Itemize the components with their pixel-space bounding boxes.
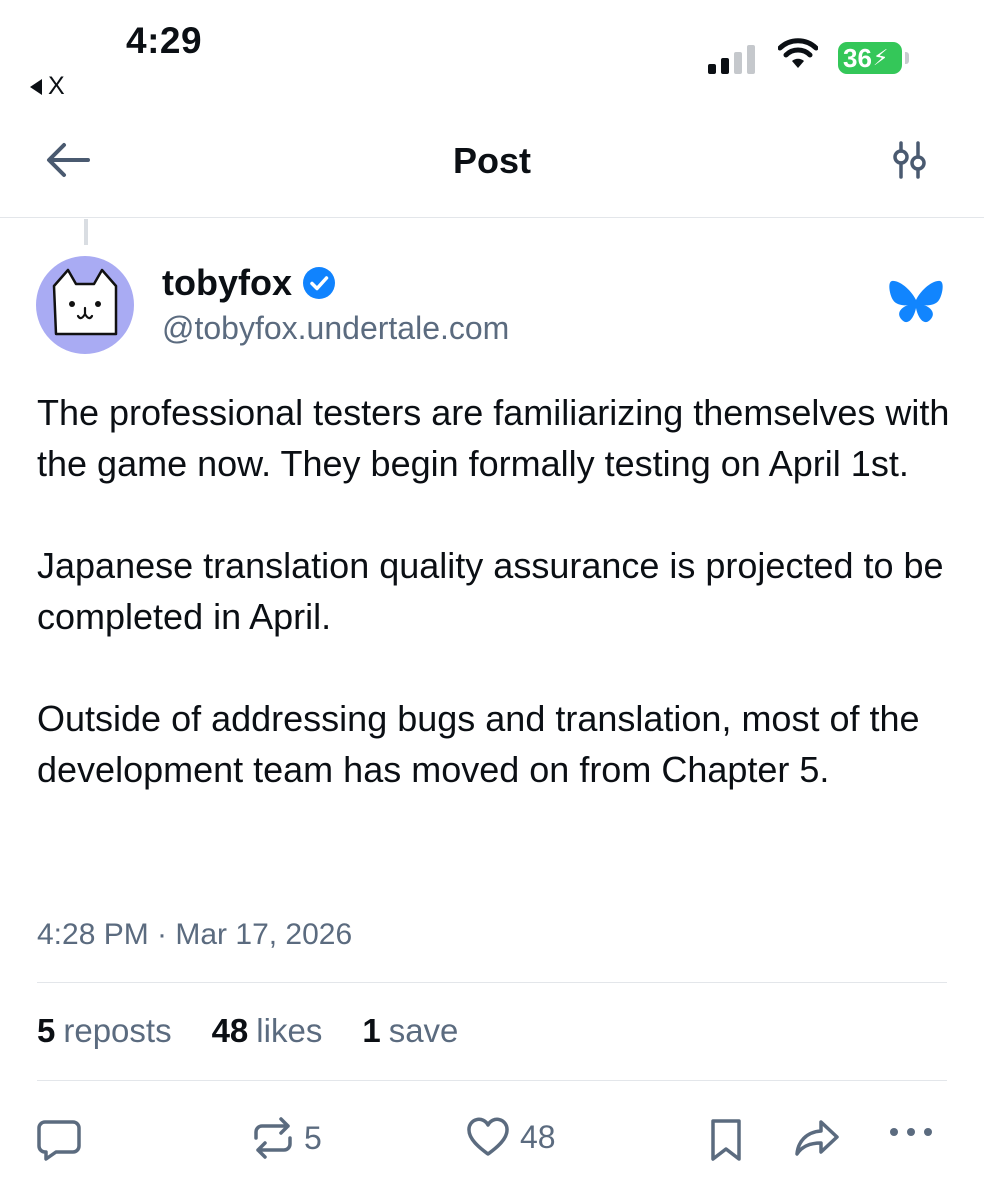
- bookmark-button[interactable]: [708, 1118, 744, 1162]
- like-button[interactable]: 48: [466, 1116, 556, 1158]
- likes-stat[interactable]: 48 likes: [212, 1012, 323, 1050]
- action-bar: 5 48: [0, 1112, 984, 1164]
- back-app-label: X: [48, 72, 65, 100]
- likes-label: likes: [256, 1012, 323, 1049]
- share-icon: [795, 1120, 839, 1156]
- more-options-button[interactable]: [888, 1126, 934, 1138]
- like-count: 48: [520, 1118, 556, 1155]
- post-timestamp: 4:28 PM · Mar 17, 2026: [37, 918, 353, 951]
- reposts-count: 5: [37, 1012, 56, 1049]
- charging-bolt-icon: ⚡: [872, 45, 889, 70]
- divider: [37, 1080, 947, 1081]
- repost-icon: [254, 1117, 292, 1159]
- verified-badge-icon: [303, 267, 335, 299]
- post-paragraph: Japanese translation quality assurance i…: [37, 545, 944, 637]
- engagement-stats: 5 reposts 48 likes 1 save: [37, 1012, 458, 1050]
- post-paragraph: Outside of addressing bugs and translati…: [37, 698, 920, 790]
- battery-level: 36: [843, 42, 872, 73]
- avatar[interactable]: [36, 256, 134, 354]
- saves-label: save: [388, 1012, 459, 1049]
- post-header: Post: [0, 120, 984, 218]
- repost-count: 5: [304, 1119, 322, 1156]
- bookmark-icon: [711, 1119, 741, 1161]
- back-triangle-icon: [30, 78, 42, 95]
- share-button[interactable]: [794, 1118, 840, 1158]
- status-time: 4:29: [126, 20, 203, 61]
- divider: [37, 982, 947, 983]
- author-display-name[interactable]: tobyfox: [162, 262, 336, 304]
- wifi-icon: [778, 38, 818, 68]
- author-name: tobyfox: [162, 262, 292, 303]
- reposts-stat[interactable]: 5 reposts: [37, 1012, 172, 1050]
- settings-sliders-icon[interactable]: [890, 140, 930, 180]
- reposts-label: reposts: [63, 1012, 172, 1049]
- dog-avatar-icon: [52, 268, 118, 336]
- saves-count: 1: [362, 1012, 381, 1049]
- repost-button[interactable]: 5: [252, 1116, 322, 1160]
- author-handle[interactable]: @tobyfox.undertale.com: [162, 310, 509, 347]
- saves-stat[interactable]: 1 save: [362, 1012, 458, 1050]
- back-to-app-button[interactable]: X: [30, 72, 65, 101]
- reply-button[interactable]: [36, 1118, 82, 1162]
- page-title: Post: [452, 140, 531, 181]
- more-icon: [890, 1128, 932, 1136]
- battery-indicator: 36 ⚡: [838, 42, 909, 74]
- reply-icon: [37, 1120, 81, 1161]
- cellular-signal-icon: [708, 44, 755, 74]
- post-text: The professional testers are familiarizi…: [37, 387, 957, 795]
- post-paragraph: The professional testers are familiarizi…: [37, 392, 950, 484]
- likes-count: 48: [211, 1012, 249, 1049]
- like-icon: [467, 1117, 509, 1156]
- thread-connector-line: [84, 219, 88, 245]
- bluesky-butterfly-icon: [889, 280, 943, 323]
